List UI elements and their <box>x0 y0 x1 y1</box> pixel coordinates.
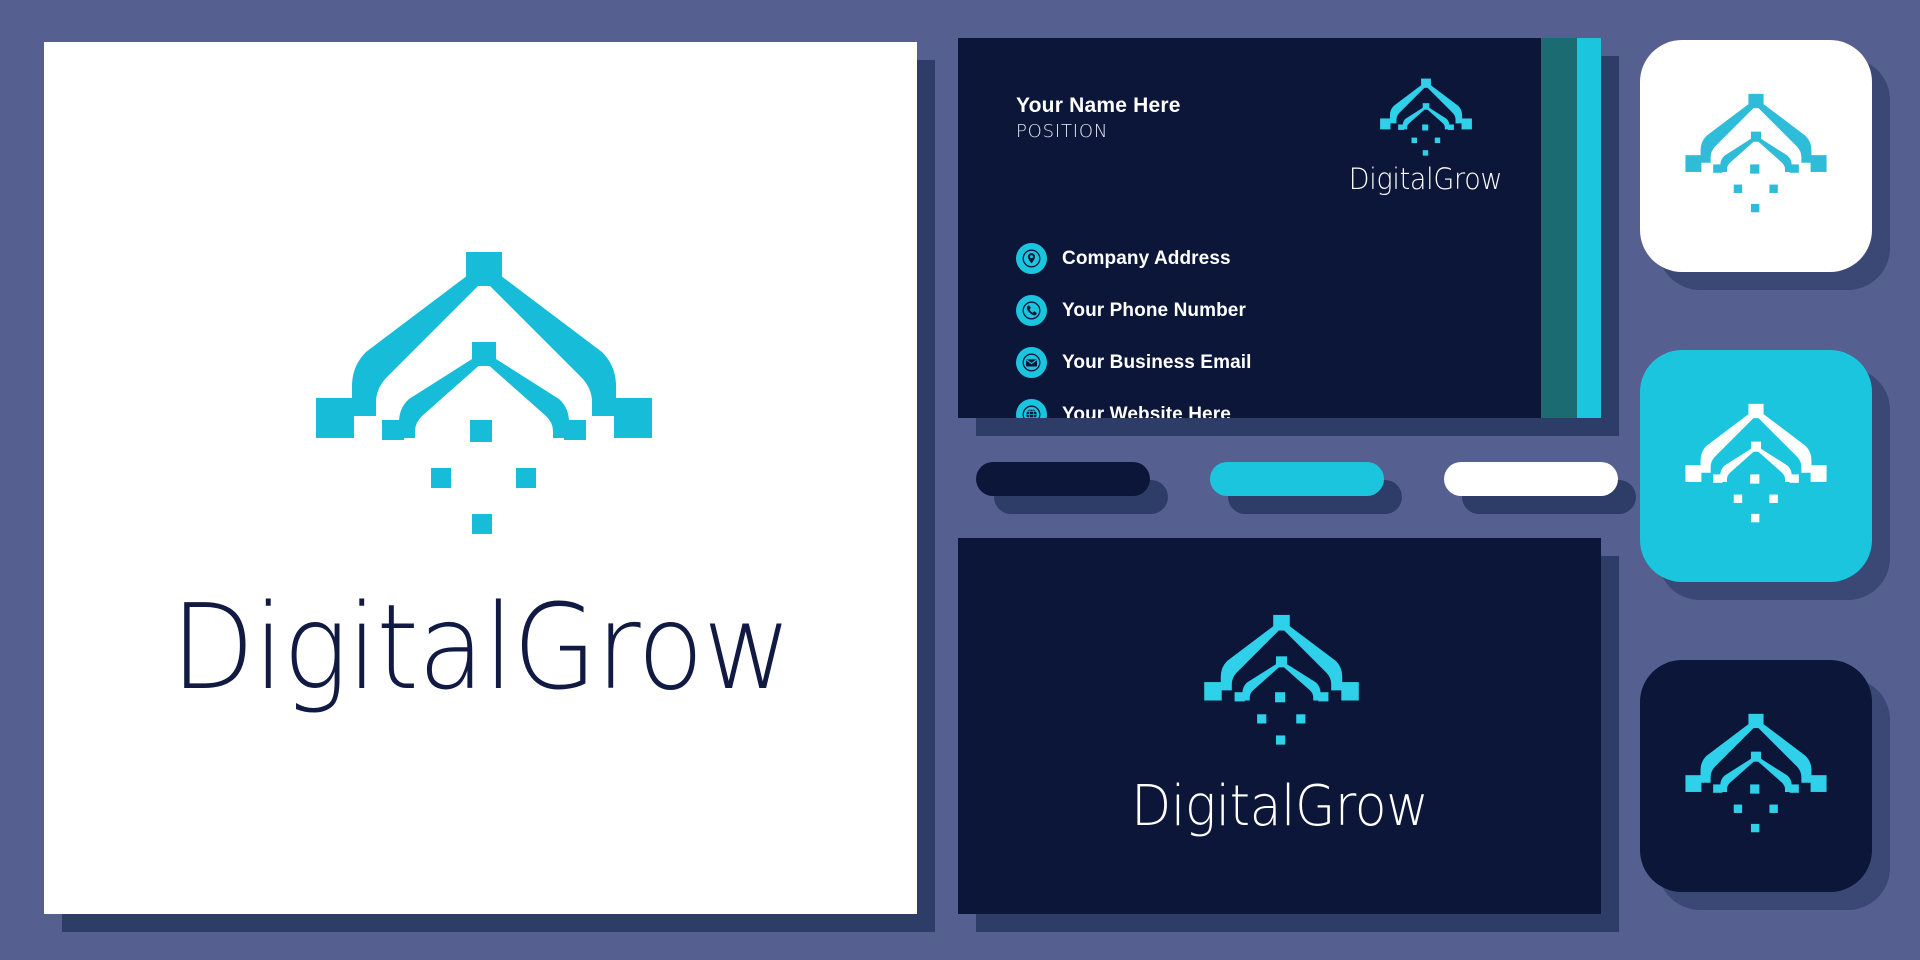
dark-card-wordmark: DigitalGrow <box>1130 773 1429 839</box>
contact-label: Your Website Here <box>1062 403 1231 419</box>
contact-row-phone[interactable]: Your Phone Number <box>1016 295 1252 326</box>
phone-icon <box>1016 295 1047 326</box>
digital-grow-tree-mark-icon <box>1374 78 1478 160</box>
digital-grow-tree-mark-icon <box>1194 614 1369 752</box>
card-contact-list: Company Address Your Phone Number Your B… <box>1016 243 1252 418</box>
icon-tile-navy[interactable] <box>1640 660 1872 892</box>
main-wordmark: DigitalGrow <box>170 578 792 716</box>
icon-tile-white[interactable] <box>1640 40 1872 272</box>
color-swatch-row <box>960 462 1636 514</box>
card-name: Your Name Here <box>1016 94 1181 117</box>
digital-grow-tree-mark-icon <box>294 250 674 550</box>
card-position: POSITION <box>1016 121 1109 142</box>
contact-label: Company Address <box>1062 247 1231 269</box>
digital-grow-tree-mark-icon <box>1676 713 1836 839</box>
card-brand-wordmark: DigitalGrow <box>1348 162 1503 196</box>
business-card: Your Name Here POSITION Company Address <box>958 38 1601 418</box>
digital-grow-tree-mark-icon <box>1676 403 1836 529</box>
globe-icon <box>1016 399 1047 418</box>
dark-logo-card: DigitalGrow <box>958 538 1601 914</box>
swatch-navy[interactable] <box>976 462 1150 496</box>
main-logo-card: DigitalGrow <box>44 42 917 914</box>
swatch-white[interactable] <box>1444 462 1618 496</box>
swatch-cyan[interactable] <box>1210 462 1384 496</box>
contact-label: Your Business Email <box>1062 351 1252 373</box>
icon-tile-cyan[interactable] <box>1640 350 1872 582</box>
brand-presentation-canvas: DigitalGrow Your Name Here POSITION Comp… <box>0 0 1920 960</box>
digital-grow-tree-mark-icon <box>1676 93 1836 219</box>
contact-row-email[interactable]: Your Business Email <box>1016 347 1252 378</box>
location-pin-icon <box>1016 243 1047 274</box>
envelope-icon <box>1016 347 1047 378</box>
contact-row-website[interactable]: Your Website Here <box>1016 399 1252 418</box>
contact-label: Your Phone Number <box>1062 299 1246 321</box>
card-brand-block: DigitalGrow <box>1338 78 1513 196</box>
contact-row-address[interactable]: Company Address <box>1016 243 1252 274</box>
